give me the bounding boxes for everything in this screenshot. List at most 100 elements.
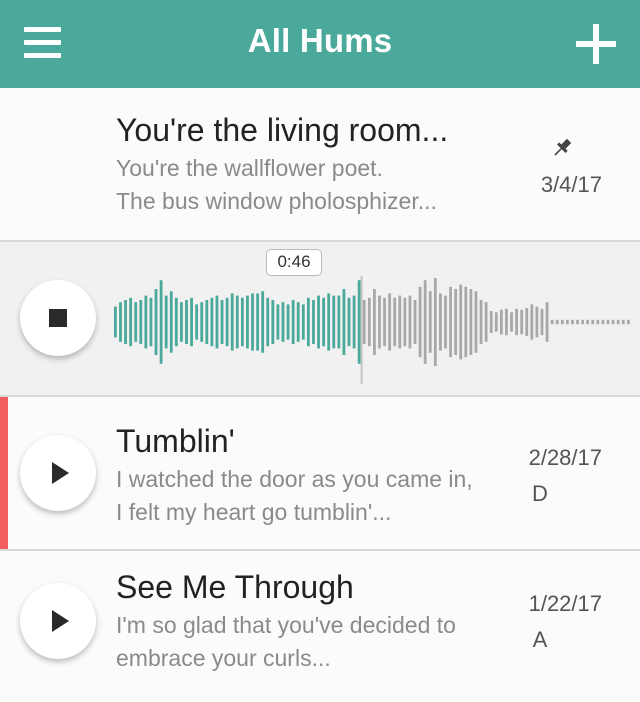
- waveform-bar: [225, 297, 229, 347]
- waveform-bar: [464, 286, 468, 358]
- waveform-bar: [515, 308, 518, 336]
- waveform-bar: [616, 319, 620, 325]
- waveform-bar: [388, 293, 392, 351]
- waveform-bar: [164, 295, 168, 349]
- waveform-bar: [276, 304, 280, 340]
- waveform-bar: [185, 300, 188, 344]
- waveform-bar: [301, 304, 305, 340]
- waveform-bar: [154, 289, 158, 355]
- waveform-bar: [408, 295, 412, 349]
- app-window: All Hums You're the living room... You'r…: [0, 0, 640, 702]
- waveform-bar: [601, 319, 605, 325]
- waveform-bar: [576, 319, 579, 325]
- song-lyric-line: I'm so glad that you've decided to: [116, 612, 456, 638]
- waveform-bar: [342, 289, 346, 355]
- waveform-bar: [119, 302, 122, 342]
- list-item[interactable]: Tumblin' I watched the door as you came …: [0, 397, 640, 551]
- waveform-bar: [413, 300, 417, 344]
- waveform-bar: [555, 319, 559, 325]
- list-item[interactable]: You're the living room... You're the wal…: [0, 88, 640, 242]
- waveform-bar: [256, 293, 259, 351]
- waveform-bar: [454, 289, 458, 355]
- song-lyric-line: embrace your curls...: [116, 645, 331, 671]
- waveform-bar: [240, 297, 244, 347]
- waveform-bar: [124, 300, 127, 344]
- waveform-bar: [174, 297, 178, 347]
- waveform-bar: [439, 293, 442, 351]
- waveform-bar: [423, 280, 427, 364]
- header-bar: All Hums: [0, 0, 640, 88]
- song-lyric-line: The bus window pholosphizer...: [116, 188, 437, 214]
- waveform-bar: [271, 300, 275, 344]
- song-title: See Me Through: [116, 569, 354, 605]
- playback-time: 0:46: [266, 249, 322, 276]
- play-icon: [52, 610, 69, 632]
- waveform-bar: [489, 311, 493, 333]
- waveform-bar: [332, 295, 336, 349]
- waveform-bar: [606, 319, 610, 325]
- waveform-bar: [291, 300, 295, 344]
- song-title: You're the living room...: [116, 112, 449, 148]
- waveform-bar: [378, 295, 381, 349]
- waveform-bar: [129, 297, 133, 347]
- waveform-bar: [220, 300, 224, 344]
- waveform-bar: [545, 302, 549, 342]
- waveform-bar: [367, 297, 371, 347]
- waveform-bar: [621, 319, 625, 325]
- waveform-bar: [149, 297, 153, 347]
- song-date: 2/28/17: [528, 445, 602, 470]
- waveform-bar: [525, 307, 529, 337]
- waveform-bar: [479, 300, 483, 344]
- waveform-bar: [433, 278, 437, 366]
- waveform-bar: [444, 295, 447, 349]
- waveform-bar: [337, 295, 341, 349]
- waveform[interactable]: [114, 260, 632, 384]
- waveform-bar: [215, 295, 219, 349]
- waveform-bar: [230, 293, 234, 351]
- waveform-bar: [393, 297, 397, 347]
- song-key: A: [532, 627, 548, 652]
- stop-icon: [49, 309, 67, 327]
- waveform-bar: [499, 309, 503, 335]
- song-lyric-line: I watched the door as you came in,: [116, 466, 473, 492]
- list-item[interactable]: See Me Through I'm so glad that you've d…: [0, 551, 640, 702]
- play-button[interactable]: [20, 435, 96, 511]
- waveform-bar: [205, 300, 209, 344]
- waveform-bar: [540, 308, 544, 336]
- waveform-bar: [327, 293, 331, 351]
- waveform-bar: [469, 289, 473, 355]
- waveform-bar: [474, 291, 478, 353]
- waveform-bar: [312, 300, 315, 344]
- song-date: 1/22/17: [528, 591, 602, 616]
- waveform-bar: [626, 319, 630, 325]
- selected-indicator: [0, 397, 8, 549]
- waveform-bar: [611, 319, 615, 325]
- play-button[interactable]: [20, 583, 96, 659]
- waveform-bar: [251, 293, 254, 351]
- stop-button[interactable]: [20, 280, 96, 356]
- song-lyric-line: I felt my heart go tumblin'...: [116, 499, 392, 525]
- waveform-bar: [210, 297, 214, 347]
- waveform-bar: [403, 297, 407, 347]
- waveform-bar: [357, 280, 361, 364]
- waveform-bar: [195, 304, 199, 340]
- waveform-bar: [596, 319, 600, 325]
- song-date: 3/4/17: [540, 172, 602, 197]
- waveform-bar: [530, 304, 534, 340]
- waveform-bar: [484, 302, 488, 342]
- waveform-bar: [565, 319, 569, 325]
- waveform-bar: [459, 284, 463, 360]
- pin-icon[interactable]: [550, 136, 574, 160]
- waveform-bar: [296, 302, 300, 342]
- waveform-bar: [322, 297, 326, 347]
- playhead[interactable]: [360, 276, 363, 384]
- waveform-bar: [591, 319, 595, 325]
- waveform-bar: [169, 291, 173, 353]
- waveform-bar: [180, 302, 183, 342]
- waveform-bar: [347, 297, 351, 347]
- waveform-bar: [571, 319, 574, 325]
- song-lyric-line: You're the wallflower poet.: [116, 155, 383, 181]
- waveform-bar: [190, 297, 193, 347]
- plus-icon[interactable]: [576, 24, 616, 64]
- waveform-bar: [144, 295, 148, 349]
